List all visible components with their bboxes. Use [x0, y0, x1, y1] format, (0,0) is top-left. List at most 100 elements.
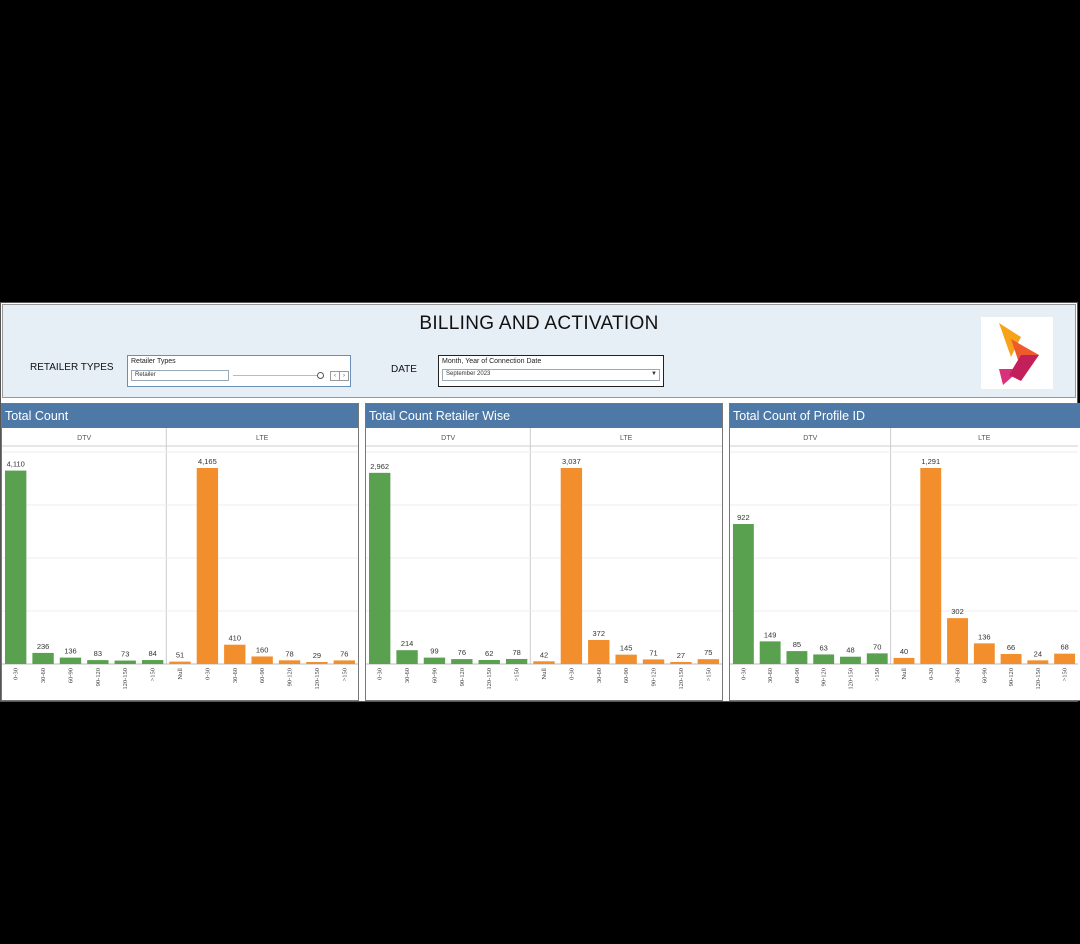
bar [533, 661, 555, 664]
bar [114, 660, 136, 664]
category-label: 120-150 [847, 668, 854, 690]
category-label: 0-30 [568, 668, 575, 680]
bar [306, 662, 328, 664]
bar [32, 652, 54, 664]
retailer-slider-track[interactable] [233, 375, 323, 376]
category-label: 0-30 [740, 668, 747, 680]
category-label: 120-150 [1035, 668, 1042, 690]
category-label: 30-60 [404, 668, 411, 683]
data-label: 27 [677, 651, 685, 660]
bar [840, 656, 861, 664]
category-label: >150 [705, 668, 712, 681]
category-label: 90-120 [95, 668, 102, 686]
panel-total-count-retailer-wise: Total Count Retailer Wise DTV 2,962 0-30 21… [365, 403, 723, 701]
chevron-down-icon[interactable]: ▼ [651, 371, 657, 377]
dashboard-header: BILLING AND ACTIVATION RETAILER TYPES Re… [2, 304, 1076, 398]
category-label: >150 [341, 668, 348, 681]
brand-logo [981, 317, 1053, 389]
bar [920, 468, 942, 664]
category-label: Null [177, 668, 184, 680]
data-label: 84 [148, 649, 156, 658]
retailer-types-filter[interactable]: Retailer Types Retailer ‹ › [127, 355, 351, 387]
bar [478, 659, 500, 664]
date-dropdown[interactable]: September 2023 [442, 369, 660, 381]
bar [251, 656, 273, 664]
category-label: Null [901, 668, 908, 680]
data-label: 99 [430, 647, 438, 656]
category-label: 0-30 [204, 668, 211, 680]
data-label: 63 [820, 643, 828, 652]
bar [5, 470, 27, 664]
bar [333, 660, 355, 664]
category-label: 60-90 [67, 668, 74, 683]
group-label-lte: LTE [256, 435, 269, 442]
bar [196, 468, 219, 664]
category-label: 120-150 [122, 668, 129, 690]
bar [423, 657, 446, 664]
group-label-dtv: DTV [803, 435, 817, 442]
bar [141, 660, 164, 664]
category-label: 0-30 [377, 668, 384, 680]
group-label-lte: LTE [978, 435, 991, 442]
category-label: 60-90 [981, 668, 988, 683]
dashboard: BILLING AND ACTIVATION RETAILER TYPES Re… [0, 302, 1080, 702]
category-label: 60-90 [431, 668, 438, 683]
category-label: 0-30 [13, 668, 20, 680]
data-label: 71 [649, 648, 657, 657]
bar [369, 472, 391, 664]
data-label: 372 [593, 629, 606, 638]
group-label-lte: LTE [620, 435, 633, 442]
bar [1027, 660, 1049, 664]
data-label: 149 [764, 630, 777, 639]
category-label: >150 [874, 668, 881, 681]
bar [973, 643, 995, 664]
bar [560, 468, 583, 664]
date-filter[interactable]: Month, Year of Connection Date September… [438, 355, 664, 387]
data-label: 42 [540, 650, 548, 659]
page-title: BILLING AND ACTIVATION [419, 313, 659, 334]
category-label: 90-120 [651, 668, 658, 686]
brand-logo-mark [999, 323, 1039, 385]
data-label: 62 [485, 649, 493, 658]
category-label: 30-60 [767, 668, 774, 683]
retailer-types-input[interactable]: Retailer [131, 370, 229, 381]
data-label: 78 [512, 648, 520, 657]
panel-total-count: Total Count DTV 4,110 0-30 236 30-60 136 60-90… [1, 403, 359, 701]
data-label: 73 [121, 650, 129, 659]
category-label: 90-120 [459, 668, 466, 686]
category-label: 120-150 [678, 668, 685, 690]
data-label: 29 [313, 651, 321, 660]
data-label: 78 [285, 649, 293, 658]
data-label: 83 [94, 649, 102, 658]
bar [588, 639, 610, 664]
retailer-slider-handle[interactable] [317, 372, 324, 379]
bar [759, 641, 781, 664]
bar [87, 660, 109, 664]
date-label: DATE [391, 364, 417, 375]
bar [59, 657, 82, 664]
retailer-types-label: RETAILER TYPES [30, 362, 114, 373]
bar [224, 644, 246, 664]
category-label: 60-90 [794, 668, 801, 683]
panel-total-count-profile-id: Total Count of Profile ID DTV 922 0-30 149 3… [729, 403, 1080, 701]
bar [642, 659, 665, 664]
data-label: 2,962 [370, 462, 389, 471]
retailer-wise-chart: DTV 2,962 0-30 214 30-60 99 60-90 76 90-120 62 120… [366, 428, 722, 690]
data-label: 4,110 [7, 460, 25, 469]
data-label: 145 [620, 644, 633, 653]
bar [893, 657, 915, 664]
total-count-chart: DTV 4,110 0-30 236 30-60 136 60-90 83 90-120 73 12… [2, 428, 358, 690]
next-arrow-icon[interactable]: › [339, 371, 349, 381]
category-label: Null [541, 668, 548, 680]
data-label: 51 [176, 651, 184, 660]
category-label: 60-90 [623, 668, 630, 683]
panel-title: Total Count [2, 404, 358, 428]
group-label-dtv: DTV [77, 435, 91, 442]
data-label: 410 [229, 634, 242, 643]
bar [866, 653, 888, 664]
bar [451, 659, 473, 664]
bar [947, 618, 968, 664]
data-label: 236 [37, 642, 50, 651]
bar [169, 661, 191, 664]
data-label: 75 [704, 648, 712, 657]
